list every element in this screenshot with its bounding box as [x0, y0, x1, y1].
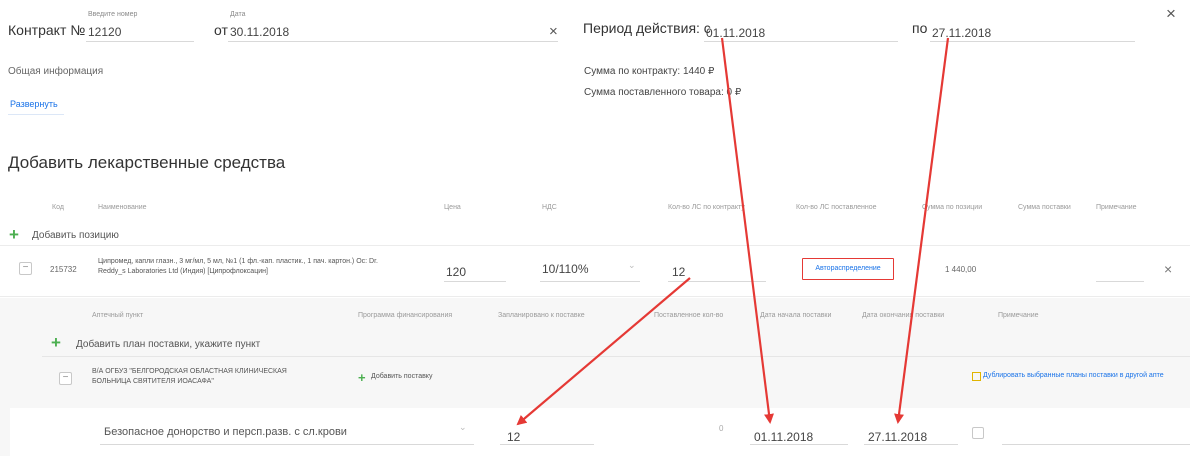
annotation-arrows — [516, 37, 950, 426]
arrow-period-end-to-end-date — [894, 37, 950, 424]
arrow-period-start-to-start-date — [720, 37, 774, 424]
arrow-qty-to-planned-qty — [516, 277, 691, 426]
